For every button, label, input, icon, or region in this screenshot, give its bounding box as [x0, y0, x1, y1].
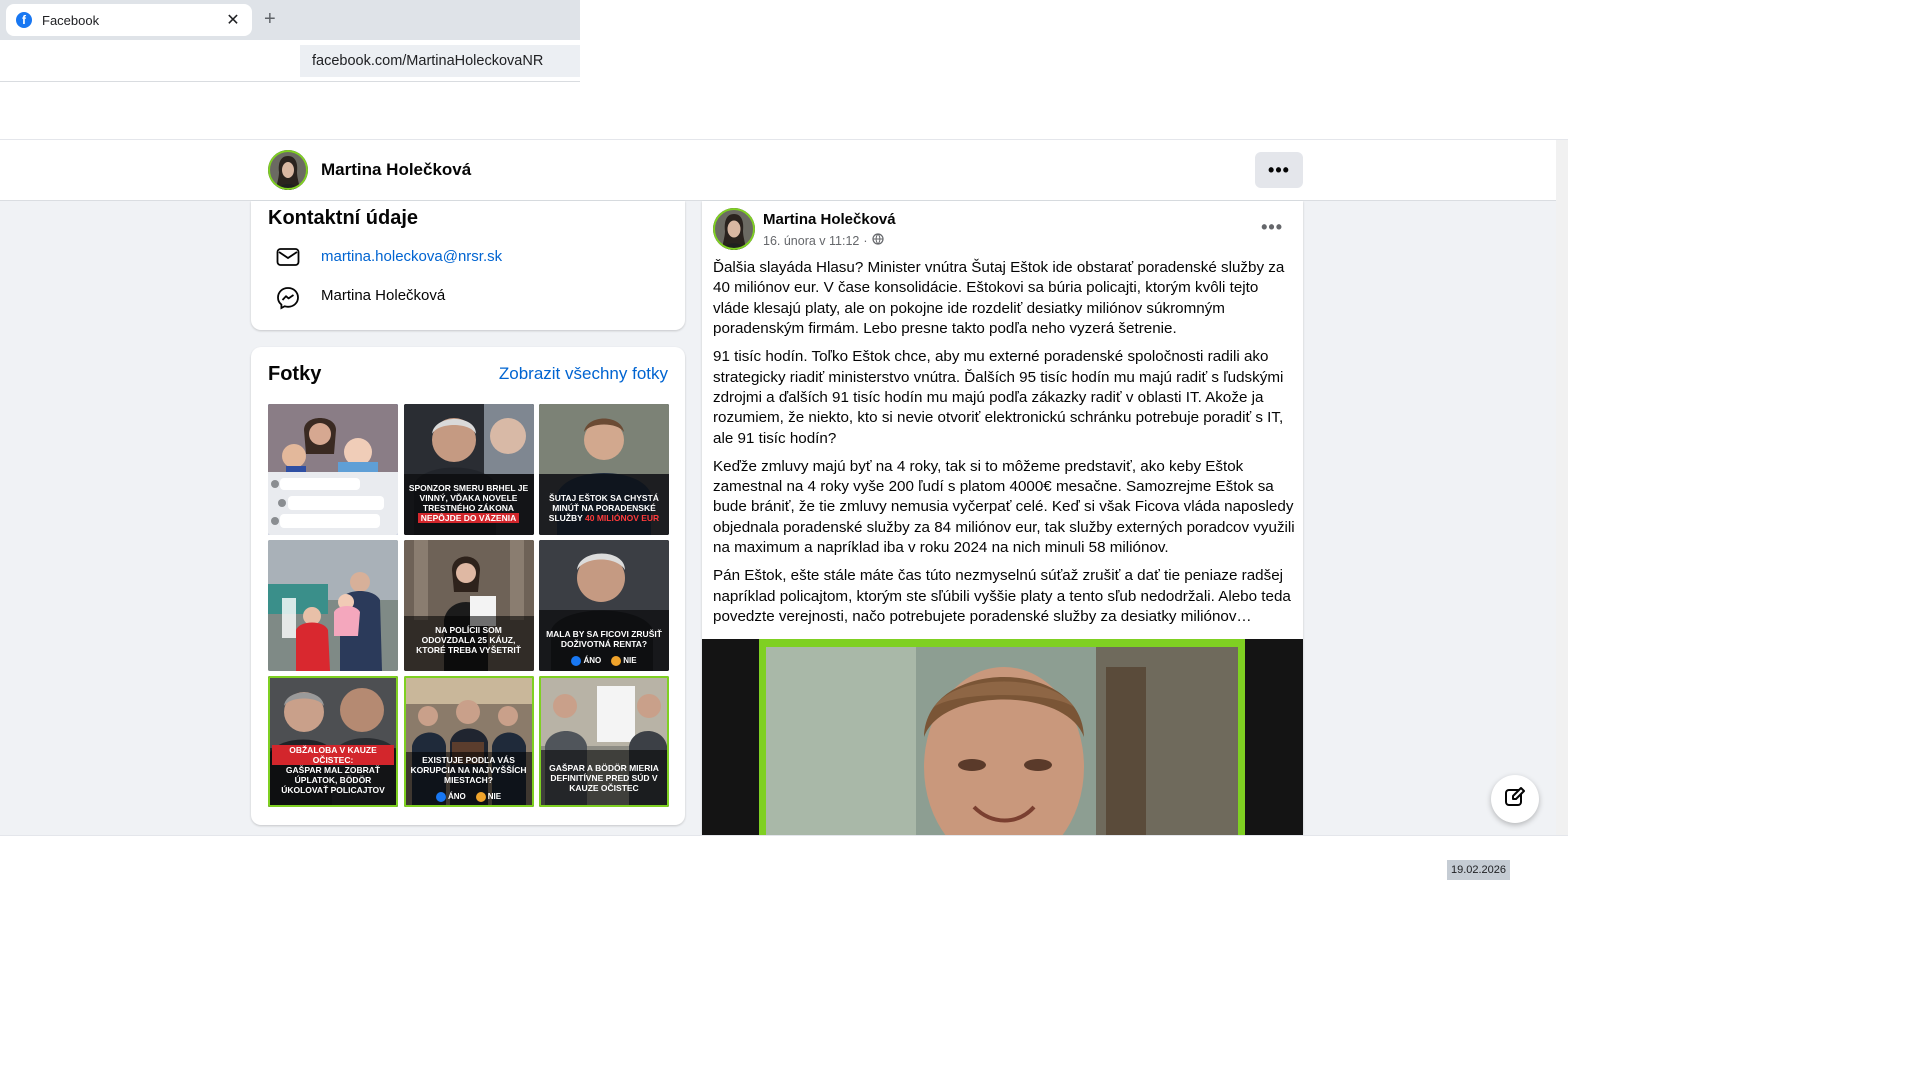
meta-separator: · [863, 233, 868, 248]
photo-caption: MALA BY SA FICOVI ZRUŠIŤ DOŽIVOTNÁ RENTA… [546, 629, 662, 649]
post-paragraph: 91 tisíc hodín. Toľko Eštok chce, aby mu… [713, 348, 1284, 447]
post-timestamp[interactable]: 16. února v 11:12 [763, 234, 859, 248]
post-paragraph: Ďalšia slayáda Hlasu? Minister vnútra Šu… [713, 259, 1285, 338]
tab-title: Facebook [42, 12, 100, 28]
photo-caption: GAŠPAR MAL ZOBRAŤ ÚPLATOK, BÖDÖR ÚKOLOVA… [281, 765, 385, 795]
contact-info-card: Kontaktní údaje martina.holeckova@nrsr.s… [251, 201, 685, 330]
photo-thumbnail[interactable]: EXISTUJE PODĽA VÁS KORUPCIA NA NAJVYŠŠÍC… [403, 676, 534, 807]
poll-yes: ÁNO [435, 792, 466, 802]
photo-thumbnail[interactable]: MALA BY SA FICOVI ZRUŠIŤ DOŽIVOTNÁ RENTA… [539, 540, 669, 671]
messenger-row [275, 285, 301, 311]
poll-yes-label: ÁNO [447, 792, 466, 802]
post-author[interactable]: Martina Holečková [763, 211, 896, 228]
photo-thumbnail[interactable]: ŠUTAJ EŠTOK SA CHYSTÁ MINÚŤ NA PORADENSK… [539, 404, 669, 535]
browser-toolbar: facebook.com/MartinaHoleckovaNR [0, 40, 580, 82]
photo-caption: GAŠPAR A BÖDÖR MIERIA DEFINITÍVNE PRED S… [549, 763, 659, 793]
address-bar[interactable]: facebook.com/MartinaHoleckovaNR [300, 45, 580, 77]
photo-thumbnail[interactable]: OBŽALOBA V KAUZE OČISTEC: GAŠPAR MAL ZOBR… [268, 676, 398, 807]
photo-caption: NA POLÍCII SOM ODOVZDALA 25 KÁUZ, KTORÉ … [416, 625, 521, 655]
photo-caption-highlight: OBŽALOBA V KAUZE OČISTEC: [272, 745, 394, 765]
photo-thumbnail[interactable]: NA POLÍCII SOM ODOVZDALA 25 KÁUZ, KTORÉ … [403, 540, 534, 671]
post-body: Ďalšia slayáda Hlasu? Minister vnútra Šu… [713, 258, 1295, 635]
photos-card: Fotky Zobrazit všechny fotky SPONZOR SME… [251, 347, 685, 825]
poll-no-label: NIE [623, 656, 637, 666]
more-options-button[interactable]: ••• [1255, 152, 1303, 188]
date-badge: 19.02.2026 [1447, 860, 1510, 880]
avatar[interactable] [713, 208, 755, 250]
photos-title: Fotky [268, 363, 322, 385]
image-photo [766, 647, 1238, 835]
globe-icon [871, 233, 884, 248]
messenger-icon [275, 285, 301, 311]
contact-title: Kontaktní údaje [268, 207, 419, 229]
browser-tab[interactable]: f Facebook ✕ [6, 4, 252, 36]
scrollbar[interactable] [1556, 140, 1568, 835]
profile-header: Martina Holečková ••• [0, 140, 1556, 201]
see-all-photos-link[interactable]: Zobrazit všechny fotky [499, 364, 668, 384]
poll-no: NIE [475, 792, 502, 802]
photo-caption: SPONZOR SMERU BRHEL JE VINNÝ, VĎAKA NOVE… [408, 483, 529, 513]
more-icon[interactable]: ••• [1261, 217, 1283, 238]
photo-caption: EXISTUJE PODĽA VÁS KORUPCIA NA NAJVYŠŠÍC… [410, 755, 527, 785]
photo-thumbnail[interactable] [268, 404, 398, 535]
post-paragraph: Keďže zmluvy majú byť na 4 roky, tak si … [713, 457, 1295, 557]
angry-icon [475, 792, 486, 802]
plus-icon[interactable]: + [264, 8, 276, 31]
email-link[interactable]: martina.holeckova@nrsr.sk [321, 248, 502, 265]
photo-caption-highlight: 40 MILIÓNOV EUR [585, 513, 660, 523]
post-meta: 16. února v 11:12 · [763, 233, 884, 248]
post-paragraph: Pán Eštok, ešte stále máte čas túto nezm… [713, 567, 1291, 625]
poll-no-label: NIE [487, 792, 502, 802]
angry-icon [611, 656, 622, 666]
photo-thumbnail[interactable]: GAŠPAR A BÖDÖR MIERIA DEFINITÍVNE PRED S… [539, 676, 669, 807]
poll-yes-label: ÁNO [583, 656, 602, 666]
poll-no: NIE [611, 656, 637, 666]
email-row [275, 244, 301, 270]
more-icon: ••• [1268, 159, 1290, 180]
photo-grid: SPONZOR SMERU BRHEL JE VINNÝ, VĎAKA NOVE… [268, 404, 669, 807]
photo-thumbnail[interactable] [268, 540, 398, 671]
avatar[interactable] [268, 150, 308, 190]
close-icon[interactable]: ✕ [224, 10, 242, 30]
facebook-favicon-icon: f [16, 12, 32, 28]
photo-thumbnail[interactable]: SPONZOR SMERU BRHEL JE VINNÝ, VĎAKA NOVE… [403, 404, 534, 535]
messenger-name[interactable]: Martina Holečková [321, 287, 445, 304]
poll: ÁNO NIE [539, 656, 669, 666]
like-icon [571, 656, 582, 666]
photo-caption-highlight: NEPÔJDE DO VÄZENIA [417, 513, 520, 523]
profile-name[interactable]: Martina Holečková [321, 160, 471, 180]
bottom-area [0, 835, 1568, 882]
post-card: Martina Holečková 16. února v 11:12 · ••… [702, 201, 1303, 841]
like-icon [435, 792, 446, 802]
poll-yes: ÁNO [571, 656, 601, 666]
compose-button[interactable] [1491, 775, 1539, 823]
browser-tabstrip: f Facebook ✕ + [0, 0, 580, 40]
mail-icon [275, 244, 301, 270]
compose-icon [1504, 786, 1526, 813]
post-image[interactable] [702, 639, 1303, 835]
poll: ÁNO NIE [404, 792, 534, 802]
